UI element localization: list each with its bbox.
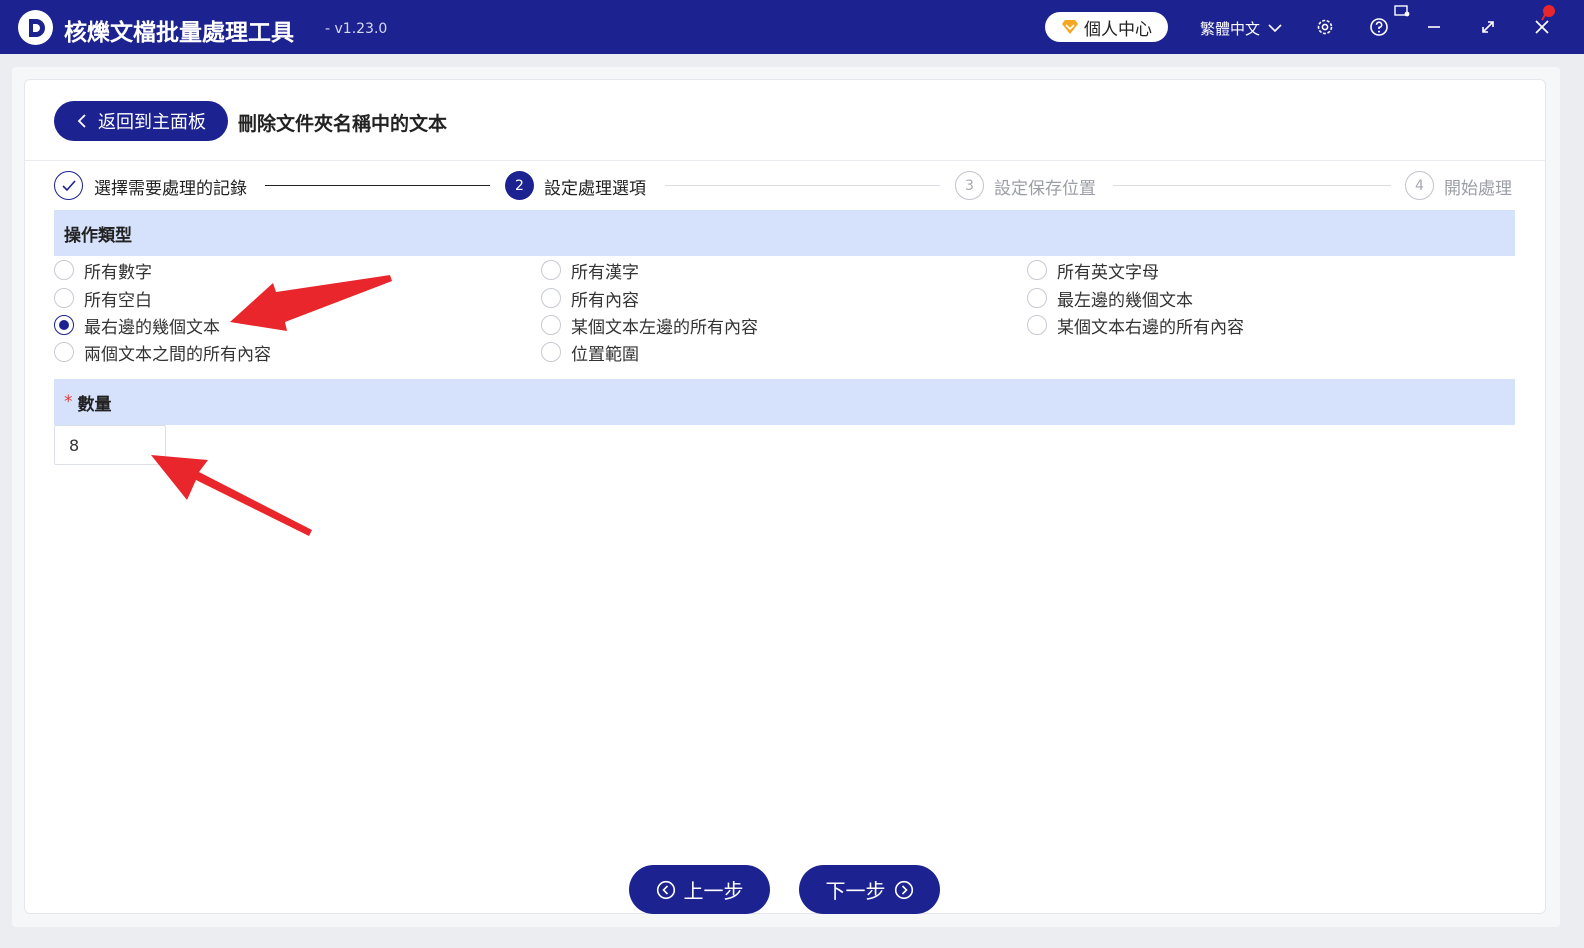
radio-option[interactable]: 最左邊的幾個文本: [1027, 287, 1193, 311]
circle-chevron-left-icon: [656, 880, 675, 899]
radio-circle[interactable]: [541, 288, 561, 308]
profile-button[interactable]: 個人中心: [1045, 12, 1168, 42]
step-connector: [665, 185, 940, 186]
radio-label: 所有英文字母: [1057, 262, 1159, 283]
minimize-icon[interactable]: [1421, 14, 1447, 40]
chevron-down-icon: [1268, 24, 1282, 33]
radio-circle[interactable]: [54, 260, 74, 280]
operation-type-title: 操作類型: [64, 225, 132, 246]
radio-circle[interactable]: [1027, 260, 1047, 280]
radio-circle-checked[interactable]: [54, 315, 74, 335]
app-version: - v1.23.0: [325, 21, 388, 37]
radio-circle[interactable]: [541, 342, 561, 362]
radio-circle[interactable]: [541, 315, 561, 335]
radio-label: 某個文本左邊的所有內容: [571, 317, 758, 338]
radio-option-selected[interactable]: 最右邊的幾個文本: [54, 314, 220, 338]
maximize-icon[interactable]: [1475, 14, 1501, 40]
radio-option[interactable]: 所有空白: [54, 287, 152, 311]
step-connector: [265, 185, 490, 186]
next-step-button[interactable]: 下一步: [799, 865, 940, 914]
chevron-left-icon: [77, 114, 86, 128]
next-step-label: 下一步: [825, 879, 886, 903]
previous-step-button[interactable]: 上一步: [629, 865, 770, 914]
vip-diamond-icon: [1062, 20, 1078, 34]
radio-label: 所有漢字: [571, 262, 639, 283]
back-to-dashboard-button[interactable]: 返回到主面板: [54, 101, 228, 141]
radio-option[interactable]: 某個文本右邊的所有內容: [1027, 314, 1244, 338]
step-4-number: 4: [1405, 171, 1434, 200]
step-3-label: 設定保存位置: [994, 179, 1096, 199]
radio-option[interactable]: 位置範圍: [541, 341, 639, 365]
app-logo-icon: [18, 10, 53, 45]
quantity-title: 數量: [77, 394, 112, 415]
header-divider: [25, 160, 1545, 161]
radio-label: 所有內容: [571, 290, 639, 311]
radio-label: 最右邊的幾個文本: [84, 317, 220, 338]
radio-label: 某個文本右邊的所有內容: [1057, 317, 1244, 338]
radio-label: 所有空白: [84, 290, 152, 311]
radio-label: 位置範圍: [571, 344, 639, 365]
app-title: 核爍文檔批量處理工具: [64, 20, 294, 46]
circle-chevron-right-icon: [894, 880, 913, 899]
previous-step-label: 上一步: [683, 879, 744, 903]
main-card: [24, 79, 1546, 914]
language-select[interactable]: 繁體中文: [1200, 17, 1282, 39]
back-label: 返回到主面板: [98, 112, 206, 133]
required-mark: *: [64, 392, 73, 412]
radio-circle[interactable]: [541, 260, 561, 280]
step-2-label: 設定處理選項: [544, 179, 646, 199]
radio-option[interactable]: 所有數字: [54, 259, 152, 283]
badge-icon: [1539, 3, 1557, 21]
notification-icon[interactable]: [1392, 4, 1412, 20]
radio-option[interactable]: 所有內容: [541, 287, 639, 311]
radio-circle[interactable]: [54, 288, 74, 308]
radio-option[interactable]: 所有漢字: [541, 259, 639, 283]
radio-option[interactable]: 兩個文本之間的所有內容: [54, 341, 271, 365]
radio-label: 最左邊的幾個文本: [1057, 290, 1193, 311]
radio-label: 所有數字: [84, 262, 152, 283]
language-label: 繁體中文: [1200, 19, 1261, 38]
profile-label: 個人中心: [1084, 19, 1152, 40]
radio-label: 兩個文本之間的所有內容: [84, 344, 271, 365]
page-title: 刪除文件夾名稱中的文本: [238, 113, 448, 135]
settings-gear-icon[interactable]: [1312, 14, 1338, 40]
step-connector: [1113, 185, 1391, 186]
quantity-input[interactable]: [54, 425, 166, 465]
step-2-number: 2: [505, 171, 534, 200]
radio-circle[interactable]: [1027, 288, 1047, 308]
quantity-header: * 數量: [54, 379, 1515, 425]
step-1-check-icon: [54, 171, 83, 200]
radio-option[interactable]: 某個文本左邊的所有內容: [541, 314, 758, 338]
step-4-label: 開始處理: [1444, 179, 1512, 199]
operation-type-header: 操作類型: [54, 210, 1515, 256]
help-icon[interactable]: [1366, 14, 1392, 40]
step-1-label: 選擇需要處理的記錄: [94, 179, 247, 199]
step-3-number: 3: [955, 171, 984, 200]
radio-option[interactable]: 所有英文字母: [1027, 259, 1159, 283]
title-bar: 核爍文檔批量處理工具 - v1.23.0 個人中心 繁體中文: [0, 0, 1584, 54]
radio-circle[interactable]: [1027, 315, 1047, 335]
radio-circle[interactable]: [54, 342, 74, 362]
